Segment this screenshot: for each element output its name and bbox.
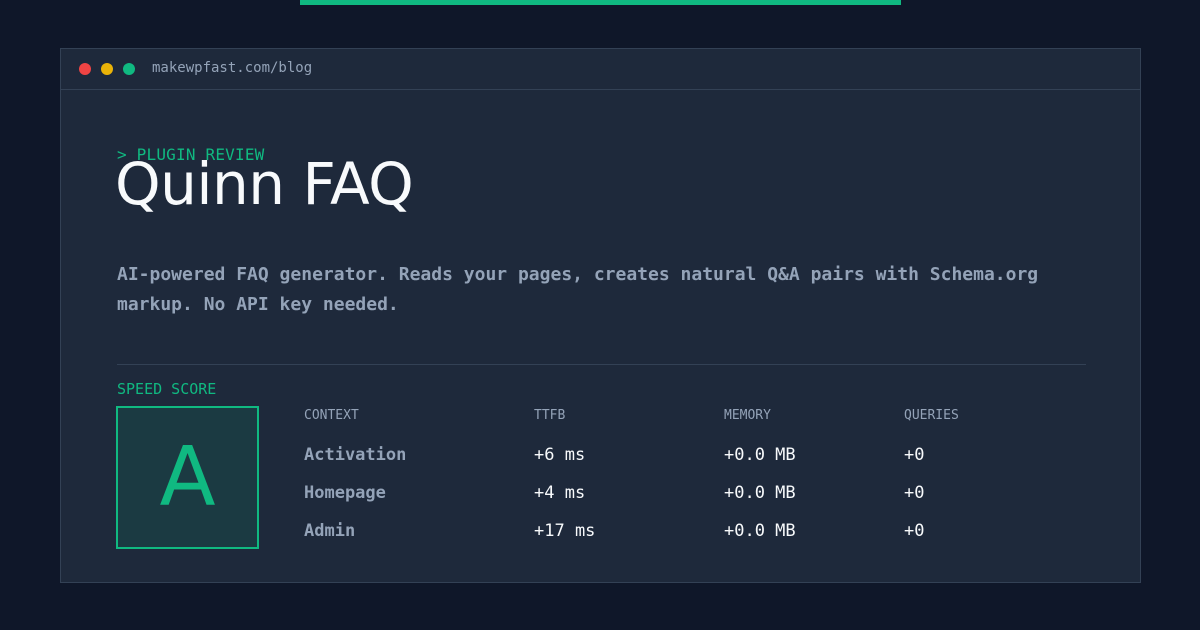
content-divider [117, 364, 1086, 365]
metric-ttfb: +17 ms [534, 521, 596, 541]
metric-ttfb: +6 ms [534, 445, 586, 465]
speed-grade-box: A [116, 406, 259, 549]
minimize-window-dot-icon[interactable] [101, 63, 113, 75]
browser-window: makewpfast.com/blog > PLUGIN REVIEW Quin… [60, 48, 1141, 583]
table-row: Homepage +4 ms +0.0 MB +0 [304, 481, 1084, 505]
zoom-window-dot-icon[interactable] [123, 63, 135, 75]
table-row: Admin +17 ms +0.0 MB +0 [304, 519, 1084, 543]
description-line: markup. No API key needed. [117, 294, 399, 315]
top-accent-bar [300, 0, 901, 5]
description-line: AI-powered FAQ generator. Reads your pag… [117, 264, 1039, 285]
url-text[interactable]: makewpfast.com/blog [152, 59, 312, 77]
speed-grade-letter: A [159, 430, 216, 525]
metric-memory: +0.0 MB [724, 521, 796, 541]
metric-queries: +0 [904, 445, 925, 465]
close-window-dot-icon[interactable] [79, 63, 91, 75]
table-row: Activation +6 ms +0.0 MB +0 [304, 443, 1084, 467]
metric-ttfb: +4 ms [534, 483, 586, 503]
metric-queries: +0 [904, 483, 925, 503]
metric-context: Activation [304, 445, 407, 465]
metric-memory: +0.0 MB [724, 445, 796, 465]
metrics-header-context: CONTEXT [304, 408, 359, 423]
speed-score-label: SPEED SCORE [117, 380, 217, 398]
metric-context: Homepage [304, 483, 386, 503]
metrics-table-header: CONTEXT TTFB MEMORY QUERIES [304, 406, 1084, 430]
metric-queries: +0 [904, 521, 925, 541]
metrics-header-memory: MEMORY [724, 408, 771, 423]
metrics-header-ttfb: TTFB [534, 408, 566, 423]
window-titlebar: makewpfast.com/blog [61, 49, 1140, 90]
metric-context: Admin [304, 521, 356, 541]
metric-memory: +0.0 MB [724, 483, 796, 503]
page-title: Quinn FAQ [115, 150, 414, 218]
metrics-header-queries: QUERIES [904, 408, 959, 423]
plugin-description: AI-powered FAQ generator. Reads your pag… [117, 260, 1097, 320]
